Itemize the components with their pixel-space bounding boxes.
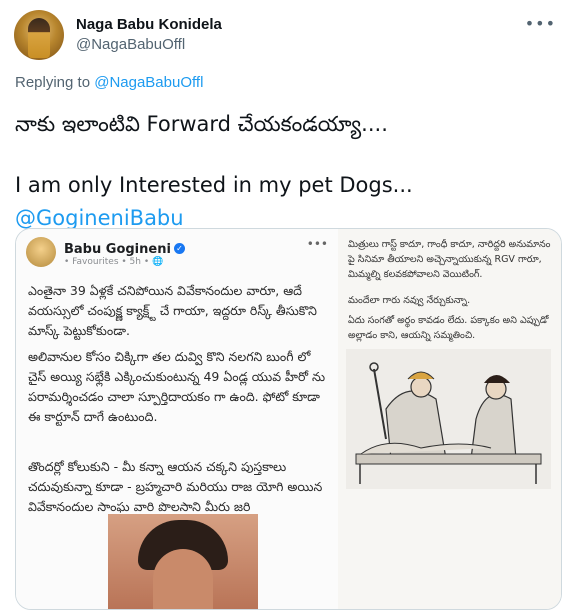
cartoon-text-3: ఏదు సంగతో అర్థం కావడం లేదు. పక్కాకం అని …: [348, 315, 549, 341]
reply-mention-link[interactable]: @NagaBabuOffl: [94, 74, 203, 91]
cartoon-text-1: మిత్రులు గాస్ట్ కాదూ, గాంధీ కాదూ, నారిద్…: [348, 239, 551, 280]
post-more-icon: •••: [306, 237, 328, 251]
display-name[interactable]: Naga Babu Konidela: [76, 15, 222, 35]
post-paragraph-3: తొందర్లో కోలుకుని - మీ కన్నా ఆయన చక్కని …: [28, 459, 323, 514]
tweet-text: నాకు ఇలాంటివి Forward చేయకండయ్యా.... I a…: [15, 108, 560, 235]
cartoon-text-2: మందేలా గారు నవ్వు నేర్చుకున్నా.: [348, 295, 471, 306]
cartoon-image: మిత్రులు గాస్ట్ కాదూ, గాంధీ కాదూ, నారిద్…: [338, 229, 561, 609]
post-author-avatar: [26, 237, 56, 267]
user-handle[interactable]: @NagaBabuOffl: [76, 35, 222, 55]
tweet-header: Naga Babu Konidela @NagaBabuOffl: [14, 10, 222, 60]
replying-prefix: Replying to: [15, 74, 91, 91]
facebook-post-screenshot: Babu Gogineni ✓ • Favourites • 5h • 🌐 •••…: [16, 229, 339, 609]
cartoon-sketch: [346, 349, 551, 489]
verified-icon: ✓: [173, 242, 185, 254]
replying-to: Replying to @NagaBabuOffl: [15, 74, 203, 91]
more-horizontal-icon[interactable]: •••: [525, 14, 556, 33]
post-author-name: Babu Gogineni: [64, 241, 171, 257]
post-meta: • Favourites • 5h • 🌐: [64, 256, 164, 267]
tweet-line-1: నాకు ఇలాంటివి Forward చేయకండయ్యా....: [15, 112, 388, 136]
tweet-line-2: I am only Interested in my pet Dogs...: [15, 173, 413, 197]
post-photo: [108, 514, 258, 609]
avatar[interactable]: [14, 10, 64, 60]
tweet-media[interactable]: Babu Gogineni ✓ • Favourites • 5h • 🌐 •••…: [15, 228, 562, 610]
post-paragraph-2: అలివానుల కోసం చిక్కిగా తల దువ్వి కొని నల…: [28, 349, 326, 424]
post-paragraph-1: ఎంతైనా 39 ఏళ్లకే చనిపోయిన వివేకానందుల వా…: [28, 283, 317, 338]
